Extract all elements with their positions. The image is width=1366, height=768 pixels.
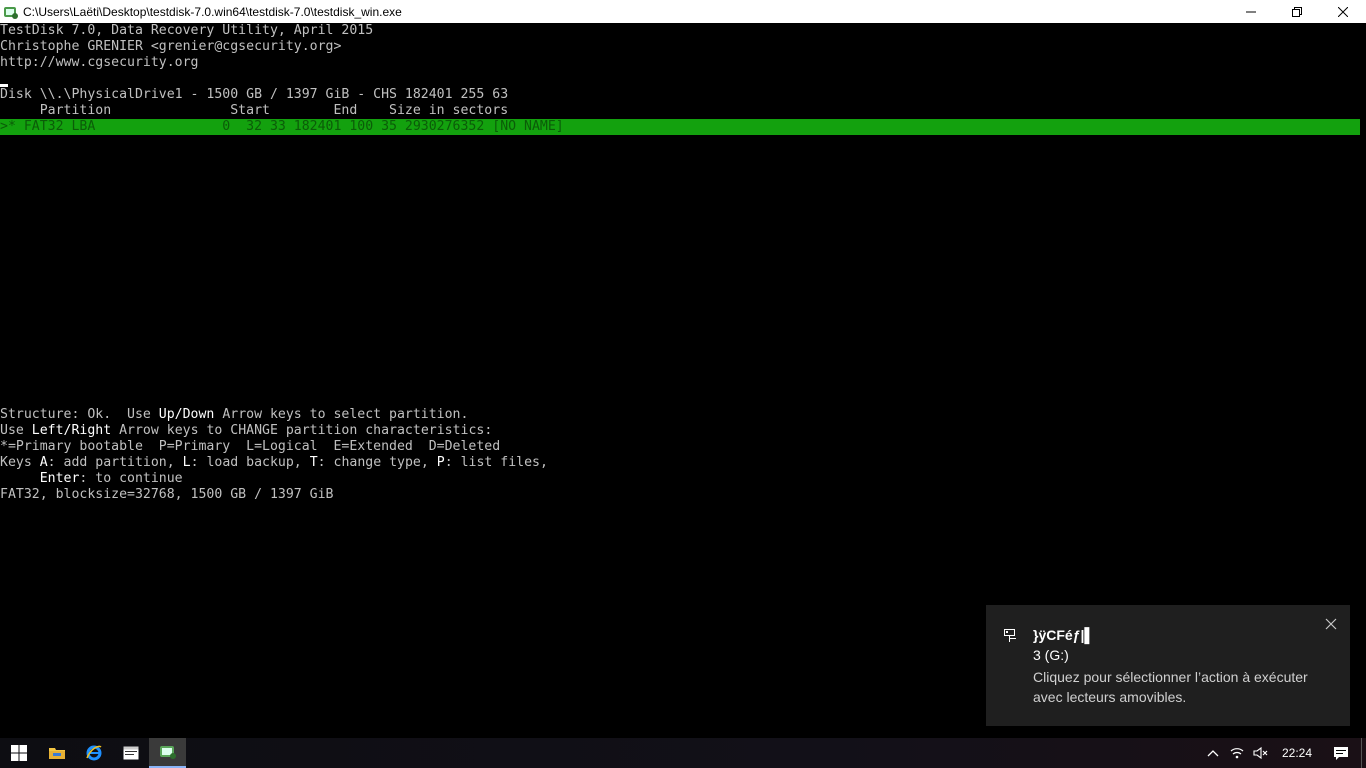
disk-info-line: Disk \\.\PhysicalDrive1 - 1500 GB / 1397… [0, 87, 509, 102]
close-button[interactable] [1320, 0, 1366, 23]
key-p: P [436, 455, 445, 470]
windows-start-icon [10, 745, 27, 761]
header-line-3: http://www.cgsecurity.org [0, 55, 199, 70]
clock[interactable]: 22:24 [1273, 746, 1321, 760]
help-line-1: Structure: Ok. Use Up/Down Arrow keys to… [0, 407, 469, 422]
help-line-2: Use Left/Right Arrow keys to CHANGE part… [0, 423, 493, 438]
close-icon [1338, 6, 1348, 17]
partition-row-text: >* FAT32 LBA 0 32 33 182401 100 35 29302… [0, 119, 564, 134]
taskbar: 22:24 [0, 738, 1366, 768]
toast-close-icon[interactable] [1324, 617, 1338, 631]
taskbar-testdisk[interactable] [149, 738, 186, 768]
taskbar-internet-explorer[interactable] [75, 738, 112, 768]
header-line-1: TestDisk 7.0, Data Recovery Utility, Apr… [0, 23, 374, 38]
partition-row-selected[interactable]: >* FAT32 LBA 0 32 33 182401 100 35 29302… [0, 119, 1360, 135]
header-line-2: Christophe GRENIER <grenier@cgsecurity.o… [0, 39, 342, 54]
minimize-icon [1246, 11, 1256, 12]
partition-info-line: FAT32, blocksize=32768, 1500 GB / 1397 G… [0, 487, 334, 502]
window-titlebar: C:\Users\Laëti\Desktop\testdisk-7.0.win6… [0, 0, 1366, 23]
key-a: A [39, 455, 48, 470]
restore-icon [1292, 6, 1302, 17]
toast-message: Cliquez pour sélectionner l’action à exé… [1033, 669, 1308, 705]
taskbar-file-explorer[interactable] [38, 738, 75, 768]
window-title: C:\Users\Laëti\Desktop\testdisk-7.0.win6… [23, 4, 402, 19]
drive-icon [1004, 629, 1016, 642]
key-l: L [182, 455, 191, 470]
chevron-up-icon [1207, 750, 1219, 757]
system-tray: 22:24 [1201, 738, 1366, 768]
tray-overflow[interactable] [1201, 738, 1225, 768]
internet-explorer-icon [85, 745, 102, 761]
action-center-button[interactable] [1321, 738, 1361, 768]
key-up-down: Up/Down [158, 407, 215, 422]
tray-network[interactable] [1225, 738, 1249, 768]
toast-title: }ÿCFéƒ|▌ [1033, 627, 1095, 643]
partition-columns-header: Partition Start End Size in sectors [0, 103, 509, 118]
testdisk-app-icon [4, 6, 18, 19]
help-line-3: *=Primary bootable P=Primary L=Logical E… [0, 439, 501, 454]
wifi-icon [1230, 748, 1244, 759]
action-center-icon [1334, 746, 1348, 760]
show-desktop-button[interactable] [1361, 738, 1366, 768]
volume-muted-icon [1253, 746, 1268, 760]
key-t: T [309, 455, 318, 470]
file-explorer-icon [48, 748, 65, 759]
toast-subtitle: 3 (G:) [1033, 647, 1069, 663]
key-enter: Enter [39, 471, 80, 486]
start-button[interactable] [0, 738, 37, 768]
testdisk-icon [159, 746, 176, 759]
tray-volume[interactable] [1249, 738, 1273, 768]
help-line-4: Keys A: add partition, L: load backup, T… [0, 455, 548, 470]
restore-button[interactable] [1274, 0, 1320, 23]
taskbar-console[interactable] [112, 738, 149, 768]
help-line-5: Enter: to continue [39, 471, 183, 486]
minimize-button[interactable] [1228, 0, 1274, 23]
notification-toast[interactable]: }ÿCFéƒ|▌ 3 (G:) Cliquez pour sélectionne… [986, 605, 1350, 726]
console-window-icon [123, 746, 138, 760]
key-left-right: Left/Right [31, 423, 112, 438]
